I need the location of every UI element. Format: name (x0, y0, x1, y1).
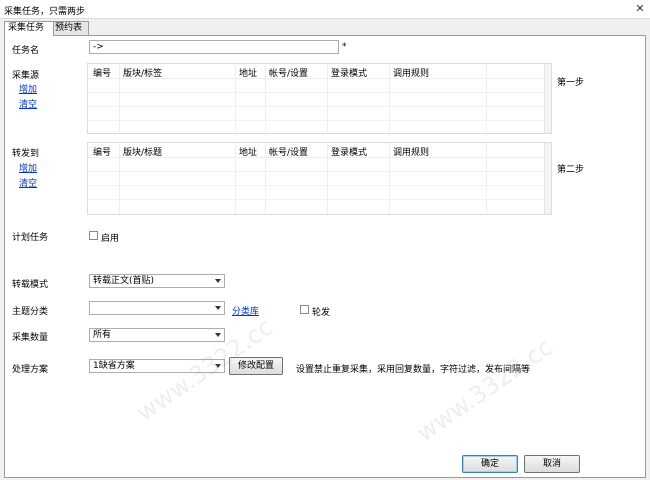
forward-grid[interactable]: 编号 版块/标题 地址 帐号/设置 登录模式 调用规则 (87, 142, 552, 215)
forward-col-id: 编号 (93, 148, 112, 158)
source-clear-link[interactable]: 清空 (19, 97, 37, 110)
edit-config-button[interactable]: 修改配置 (229, 357, 283, 375)
source-col-rule: 调用规则 (393, 69, 430, 79)
close-icon[interactable]: ✕ (634, 3, 646, 15)
chevron-down-icon (215, 306, 221, 310)
collect-count-label: 采集数量 (12, 333, 49, 343)
source-label: 采集源 (12, 71, 40, 81)
forward-col-address: 地址 (239, 148, 258, 158)
forward-clear-link[interactable]: 清空 (19, 176, 37, 189)
repost-mode-value: 转载正文(首贴) (93, 276, 155, 286)
step-two-label: 第二步 (557, 165, 585, 175)
required-mark: * (342, 42, 347, 52)
source-col-login-mode: 登录模式 (331, 69, 368, 79)
schedule-label: 计划任务 (12, 233, 49, 243)
source-grid-header: 编号 版块/标签 地址 帐号/设置 登录模式 调用规则 (88, 64, 551, 79)
rotate-post-checkbox[interactable] (300, 305, 309, 314)
repost-mode-label: 转载模式 (12, 280, 49, 290)
source-col-address: 地址 (239, 69, 258, 79)
process-plan-description: 设置禁止重复采集，采用回复数量，字符过滤，发布间隔等 (296, 365, 531, 375)
tab-collect-task[interactable]: 采集任务 (4, 21, 54, 36)
task-name-input[interactable] (89, 40, 339, 54)
forward-grid-scrollbar[interactable] (544, 143, 551, 214)
forward-label: 转发到 (12, 149, 40, 159)
collect-count-select[interactable]: 所有 (89, 328, 225, 342)
ok-button[interactable]: 确定 (462, 455, 518, 473)
cancel-button[interactable]: 取消 (524, 455, 580, 473)
category-library-link[interactable]: 分类库 (232, 304, 259, 317)
forward-col-rule: 调用规则 (393, 148, 430, 158)
tab-schedule-list[interactable]: 预约表 (51, 21, 89, 35)
title-bar: 采集任务，只需两步 ✕ (0, 0, 650, 19)
chevron-down-icon (215, 279, 221, 283)
window-title: 采集任务，只需两步 (4, 7, 86, 17)
task-name-label: 任务名 (12, 46, 40, 56)
chevron-down-icon (215, 333, 221, 337)
main-panel: 任务名 * 采集源 增加 清空 编号 版块/标签 地址 帐号/设置 登录模式 调… (4, 35, 646, 478)
source-grid-scrollbar[interactable] (544, 64, 551, 133)
source-grid[interactable]: 编号 版块/标签 地址 帐号/设置 登录模式 调用规则 (87, 63, 552, 134)
source-col-board: 版块/标签 (123, 69, 163, 79)
topic-category-select[interactable] (89, 301, 225, 315)
step-one-label: 第一步 (557, 78, 585, 88)
forward-col-board: 版块/标题 (123, 148, 163, 158)
forward-col-login-mode: 登录模式 (331, 148, 368, 158)
source-col-id: 编号 (93, 69, 112, 79)
source-add-link[interactable]: 增加 (19, 82, 37, 95)
process-plan-select[interactable]: 1缺省方案 (89, 359, 225, 373)
chevron-down-icon (215, 364, 221, 368)
schedule-enable-label: 启用 (101, 234, 120, 244)
forward-grid-header: 编号 版块/标题 地址 帐号/设置 登录模式 调用规则 (88, 143, 551, 158)
topic-category-label: 主题分类 (12, 307, 49, 317)
repost-mode-select[interactable]: 转载正文(首贴) (89, 274, 225, 288)
watermark-text-2: www.3322.cc (411, 332, 559, 448)
process-plan-value: 1缺省方案 (93, 361, 135, 371)
collect-count-value: 所有 (93, 330, 112, 340)
forward-col-account: 帐号/设置 (269, 148, 309, 158)
forward-add-link[interactable]: 增加 (19, 161, 37, 174)
rotate-post-label: 轮发 (312, 308, 331, 318)
process-plan-label: 处理方案 (12, 365, 49, 375)
schedule-enable-checkbox[interactable] (89, 231, 98, 240)
source-col-account: 帐号/设置 (269, 69, 309, 79)
